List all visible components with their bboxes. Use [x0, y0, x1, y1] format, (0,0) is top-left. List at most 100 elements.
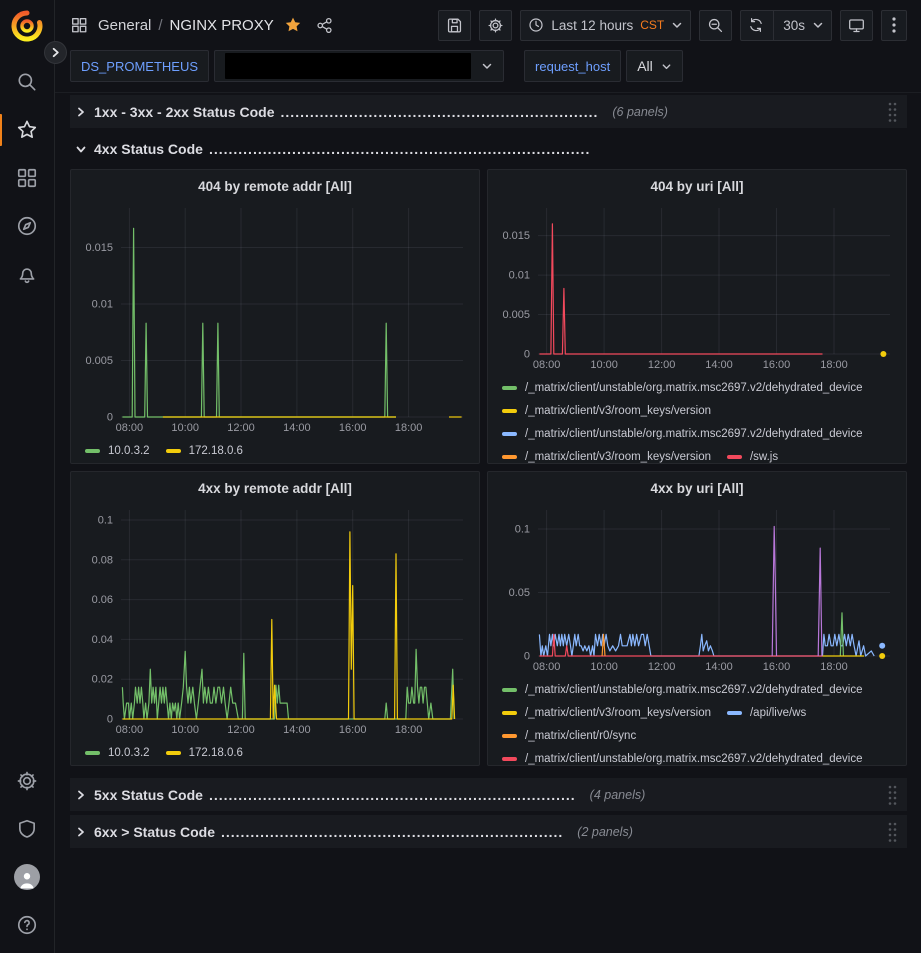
refresh-icon — [748, 17, 764, 33]
svg-text:0.06: 0.06 — [92, 594, 113, 606]
kebab-menu-icon — [892, 17, 896, 33]
legend-item[interactable]: /_matrix/client/unstable/org.matrix.msc2… — [502, 679, 863, 701]
timezone-label: CST — [640, 18, 664, 32]
sidebar-item-alerting[interactable] — [4, 250, 50, 298]
svg-text:10:00: 10:00 — [590, 359, 618, 371]
datasource-variable-dropdown[interactable] — [214, 50, 504, 82]
panel-title[interactable]: 404 by uri [All] — [496, 176, 898, 200]
svg-text:18:00: 18:00 — [820, 661, 848, 673]
save-dashboard-button[interactable] — [438, 10, 471, 41]
bell-icon — [16, 263, 38, 285]
grafana-logo[interactable] — [9, 8, 45, 44]
sidebar-item-dashboards[interactable] — [4, 154, 50, 202]
dashboard-body: 1xx - 3xx - 2xx Status Code ............… — [55, 93, 921, 848]
time-range-picker[interactable]: Last 12 hours CST — [520, 10, 691, 41]
request-host-value: All — [637, 58, 653, 74]
row-drag-handle[interactable] — [885, 819, 899, 845]
navbar: General / NGINX PROXY — [55, 0, 921, 48]
sidebar-item-explore[interactable] — [4, 202, 50, 250]
legend-item[interactable]: /_matrix/client/unstable/org.matrix.msc2… — [502, 377, 863, 399]
panel-plot: 00.020.040.060.080.108:0010:0012:0014:00… — [79, 502, 471, 739]
panel-legend: /_matrix/client/unstable/org.matrix.msc2… — [496, 374, 898, 464]
svg-text:12:00: 12:00 — [227, 422, 255, 434]
breadcrumb-title[interactable]: NGINX PROXY — [170, 17, 274, 34]
row-header-5xx[interactable]: 5xx Status Code ........................… — [70, 778, 907, 811]
legend-item[interactable]: /sw.js — [727, 446, 778, 464]
legend-item[interactable]: /_matrix/client/unstable/org.matrix.msc2… — [502, 423, 863, 445]
search-icon — [16, 71, 38, 93]
svg-text:0: 0 — [107, 412, 113, 424]
sidebar-item-help[interactable] — [4, 901, 50, 949]
svg-text:10:00: 10:00 — [171, 422, 199, 434]
request-host-label-text: request_host — [535, 59, 610, 74]
svg-text:08:00: 08:00 — [116, 422, 144, 434]
chart-canvas[interactable]: 00.020.040.060.080.108:0010:0012:0014:00… — [79, 502, 471, 739]
legend-item[interactable]: 10.0.3.2 — [85, 742, 150, 764]
legend-item[interactable]: /api/live/ws — [727, 702, 806, 724]
person-icon — [16, 868, 38, 890]
variables-bar: DS_PROMETHEUS request_host All — [55, 48, 921, 93]
datasource-label-text: DS_PROMETHEUS — [81, 59, 198, 74]
refresh-button-group[interactable]: 30s — [740, 10, 832, 41]
svg-text:18:00: 18:00 — [395, 724, 423, 736]
row-header-1xx-3xx-2xx[interactable]: 1xx - 3xx - 2xx Status Code ............… — [70, 95, 907, 128]
legend-item[interactable]: /_matrix/client/v3/room_keys/version — [502, 702, 711, 724]
share-button[interactable] — [316, 17, 333, 34]
datasource-value-redacted — [225, 53, 471, 79]
panel-4xx-by-uri: 4xx by uri [All] 00.050.108:0010:0012:00… — [487, 471, 907, 766]
compass-icon — [16, 215, 38, 237]
more-options-button[interactable] — [881, 10, 907, 41]
svg-text:0.02: 0.02 — [92, 674, 113, 686]
row-header-4xx[interactable]: 4xx Status Code ........................… — [70, 135, 907, 162]
svg-text:16:00: 16:00 — [763, 359, 791, 371]
chevron-down-icon — [75, 143, 87, 155]
apps-grid-icon — [70, 16, 88, 34]
sidebar-item-search[interactable] — [4, 58, 50, 106]
svg-text:10:00: 10:00 — [171, 724, 199, 736]
panel-title[interactable]: 4xx by uri [All] — [496, 478, 898, 502]
favorite-star-button[interactable] — [284, 16, 302, 34]
chart-canvas[interactable]: 00.0050.010.01508:0010:0012:0014:0016:00… — [79, 200, 471, 437]
zoom-out-button[interactable] — [699, 10, 732, 41]
panel-legend: /_matrix/client/unstable/org.matrix.msc2… — [496, 676, 898, 766]
panel-title[interactable]: 4xx by remote addr [All] — [79, 478, 471, 502]
chevron-down-icon — [812, 19, 824, 31]
svg-text:0.005: 0.005 — [502, 309, 530, 321]
legend-item[interactable]: 172.18.0.6 — [166, 742, 243, 764]
chart-canvas[interactable]: 00.050.108:0010:0012:0014:0016:0018:00 — [496, 502, 898, 676]
save-icon — [446, 17, 463, 34]
legend-item[interactable]: 10.0.3.2 — [85, 440, 150, 462]
row-panel-count: (6 panels) — [612, 105, 668, 119]
breadcrumb-separator: / — [158, 17, 162, 34]
legend-item[interactable]: /_matrix/client/r0/sync — [502, 725, 636, 747]
chevron-down-icon — [661, 61, 672, 72]
legend-item[interactable]: /_matrix/client/v3/room_keys/version — [502, 400, 711, 422]
sidebar-expand-button[interactable] — [44, 41, 67, 64]
chart-canvas[interactable]: 00.0050.010.01508:0010:0012:0014:0016:00… — [496, 200, 898, 374]
sidebar-item-configuration[interactable] — [4, 757, 50, 805]
request-host-variable-dropdown[interactable]: All — [626, 50, 683, 82]
request-host-variable-label: request_host — [524, 50, 621, 82]
row-drag-handle[interactable] — [885, 782, 899, 808]
tv-mode-button[interactable] — [840, 10, 873, 41]
sidebar-item-profile[interactable] — [4, 853, 50, 901]
row-drag-handle[interactable] — [885, 99, 899, 125]
breadcrumb-section[interactable]: General — [98, 17, 151, 34]
sidebar-item-starred[interactable] — [4, 106, 50, 154]
legend-item[interactable]: /_matrix/client/v3/room_keys/version — [502, 446, 711, 464]
row-header-6xx[interactable]: 6xx > Status Code ......................… — [70, 815, 907, 848]
panel-plot: 00.050.108:0010:0012:0014:0016:0018:00 — [496, 502, 898, 676]
legend-item[interactable]: 172.18.0.6 — [166, 440, 243, 462]
dashboards-breadcrumb-icon-button[interactable] — [70, 16, 88, 34]
svg-text:12:00: 12:00 — [648, 661, 676, 673]
dashboard-settings-button[interactable] — [479, 10, 512, 41]
star-icon — [16, 119, 38, 141]
panel-title[interactable]: 404 by remote addr [All] — [79, 176, 471, 200]
sidebar-item-server-admin[interactable] — [4, 805, 50, 853]
svg-text:0.05: 0.05 — [509, 587, 530, 599]
legend-item[interactable]: /_matrix/client/unstable/org.matrix.msc2… — [502, 748, 863, 766]
panel-4xx-by-remote-addr: 4xx by remote addr [All] 00.020.040.060.… — [70, 471, 480, 766]
star-filled-icon — [284, 16, 302, 34]
svg-text:0.08: 0.08 — [92, 554, 113, 566]
svg-text:12:00: 12:00 — [227, 724, 255, 736]
